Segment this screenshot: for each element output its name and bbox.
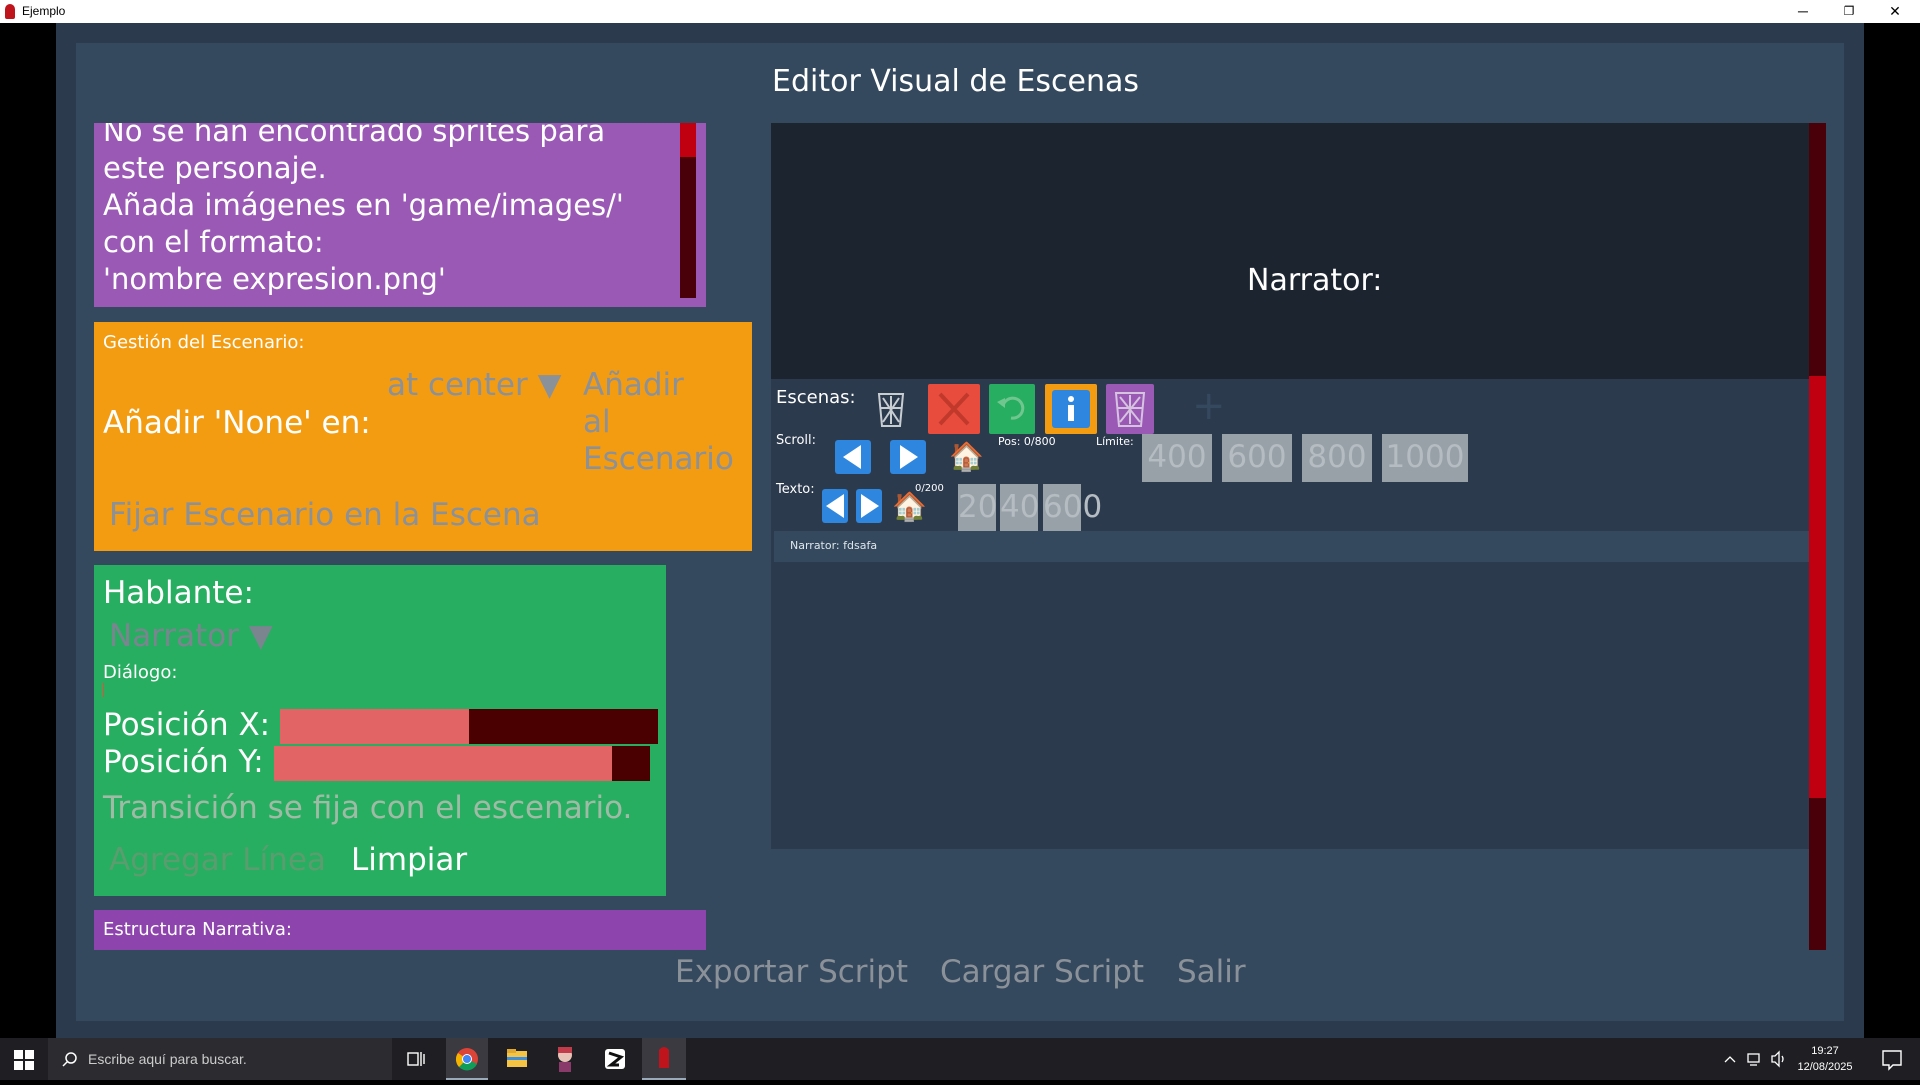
game-window: Ejemplo ─ ❐ ✕ Editor Visual de Escenas N… [0, 0, 1920, 1080]
editor-scrollbar[interactable] [1809, 123, 1826, 950]
clock-date: 12/08/2025 [1797, 1061, 1853, 1073]
pos-x-slider-fill [280, 709, 469, 744]
minimize-button[interactable]: ─ [1780, 0, 1826, 23]
task-view-icon[interactable] [404, 1038, 428, 1080]
add-to-stage-button[interactable]: Añadir al Escenario [583, 367, 752, 478]
pos-y-label: Posición Y: [103, 744, 264, 780]
undo-icon[interactable] [989, 384, 1035, 434]
app-icon [5, 4, 15, 19]
trash-icon[interactable] [873, 386, 909, 432]
scenes-label: Escenas: [776, 387, 856, 408]
scroll-left-button[interactable] [835, 440, 871, 474]
pos-x-label: Posición X: [103, 707, 271, 743]
scroll-position: Pos: 0/800 [998, 435, 1056, 448]
arrow-right-icon [861, 494, 879, 518]
stage-add-label: Añadir 'None' en: [103, 405, 371, 441]
add-line-button[interactable]: Agregar Línea [109, 842, 326, 878]
text-home-icon[interactable]: 🏠 [892, 493, 927, 521]
stage-management-box: Gestión del Escenario: Añadir 'None' en:… [94, 322, 752, 551]
scroll-right-button[interactable] [890, 440, 926, 474]
file-explorer-icon[interactable] [496, 1038, 538, 1080]
text-600-button[interactable]: 600 [1043, 484, 1102, 532]
line-item-text: Narrator: fdsafa [790, 539, 878, 552]
search-placeholder: Escribe aquí para buscar. [88, 1051, 247, 1067]
window-titlebar: Ejemplo ─ ❐ ✕ [0, 0, 1920, 23]
limit-800-button[interactable]: 800 [1302, 434, 1372, 482]
export-script-button[interactable]: Exportar Script [675, 954, 908, 990]
text-20-button[interactable]: 20 [958, 484, 997, 532]
arrow-left-icon [826, 494, 844, 518]
limit-1000-button[interactable]: 1000 [1382, 434, 1468, 482]
pos-y-slider[interactable] [274, 746, 650, 781]
scroll-label: Scroll: [776, 433, 817, 448]
active-game-icon[interactable] [642, 1038, 686, 1080]
close-button[interactable]: ✕ [1872, 0, 1918, 23]
speaker-dropdown[interactable]: Narrator ▼ [109, 618, 273, 654]
scene-preview: Narrator: [771, 123, 1809, 379]
timeline-line-item[interactable]: Narrator: fdsafa [774, 531, 1809, 562]
text-label: Texto: [776, 482, 815, 497]
editor-title: Editor Visual de Escenas [772, 64, 1140, 99]
sprites-scrollbar[interactable] [680, 123, 696, 298]
text-left-button[interactable] [822, 489, 848, 523]
chrome-icon[interactable] [446, 1038, 488, 1080]
stage-position-dropdown[interactable]: at center ▼ [387, 367, 561, 403]
arrow-left-icon [843, 445, 861, 469]
notifications-icon[interactable] [1872, 1038, 1912, 1080]
tray-icons [1724, 1050, 1784, 1068]
exit-button[interactable]: Salir [1177, 954, 1246, 990]
text-right-button[interactable] [856, 489, 882, 523]
window-title: Ejemplo [22, 4, 66, 18]
dialog-box: Hablante: Narrator ▼ Diálogo: Posición X… [94, 565, 666, 896]
fix-stage-button[interactable]: Fijar Escenario en la Escena [109, 497, 541, 533]
pos-y-slider-fill [274, 746, 613, 781]
narrative-label: Estructura Narrativa: [103, 919, 292, 940]
limit-600-button[interactable]: 600 [1222, 434, 1292, 482]
transition-note: Transición se fija con el escenario. [103, 790, 633, 826]
app-icon-black[interactable] [594, 1038, 636, 1080]
search-icon [62, 1052, 77, 1067]
text-40-button[interactable]: 40 [1000, 484, 1039, 532]
taskbar-search[interactable]: Escribe aquí para buscar. [48, 1038, 392, 1080]
speaker-label: Hablante: [103, 575, 254, 611]
windows-icon [14, 1050, 34, 1070]
stage-label: Gestión del Escenario: [103, 332, 305, 353]
editor-scrollbar-thumb[interactable] [1809, 376, 1826, 798]
system-tray[interactable] [1720, 1038, 1790, 1080]
preview-speaker: Narrator: [1247, 263, 1383, 298]
trash-purple-icon[interactable] [1106, 384, 1154, 434]
sprites-notice-box: No se han encontrado sprites para este p… [94, 123, 706, 307]
taskbar-clock[interactable]: 19:27 12/08/2025 [1795, 1043, 1855, 1075]
info-button[interactable] [1045, 384, 1097, 434]
limit-400-button[interactable]: 400 [1142, 434, 1212, 482]
limit-label: Límite: [1096, 435, 1134, 448]
clock-time: 19:27 [1811, 1045, 1839, 1057]
clear-button[interactable]: Limpiar [351, 842, 467, 878]
text-counter: 0/200 [915, 483, 944, 494]
pos-x-slider[interactable] [280, 709, 658, 744]
add-scene-icon[interactable]: + [1192, 383, 1226, 429]
info-icon [1068, 396, 1074, 421]
narrative-structure-box: Estructura Narrativa: [94, 910, 706, 950]
maximize-button[interactable]: ❐ [1826, 0, 1872, 23]
sprites-scrollbar-thumb[interactable] [680, 123, 696, 157]
renpy-icon[interactable] [544, 1038, 586, 1080]
taskbar: Escribe aquí para buscar. 19:27 12/08/20… [0, 1038, 1920, 1080]
delete-scene-icon[interactable] [928, 384, 980, 434]
dialog-input[interactable] [103, 683, 104, 697]
home-icon[interactable]: 🏠 [949, 443, 984, 471]
load-script-button[interactable]: Cargar Script [940, 954, 1144, 990]
dialog-label: Diálogo: [103, 662, 178, 683]
arrow-right-icon [900, 445, 918, 469]
sprites-notice-text: No se han encontrado sprites para este p… [103, 123, 624, 296]
start-button[interactable] [10, 1038, 38, 1080]
